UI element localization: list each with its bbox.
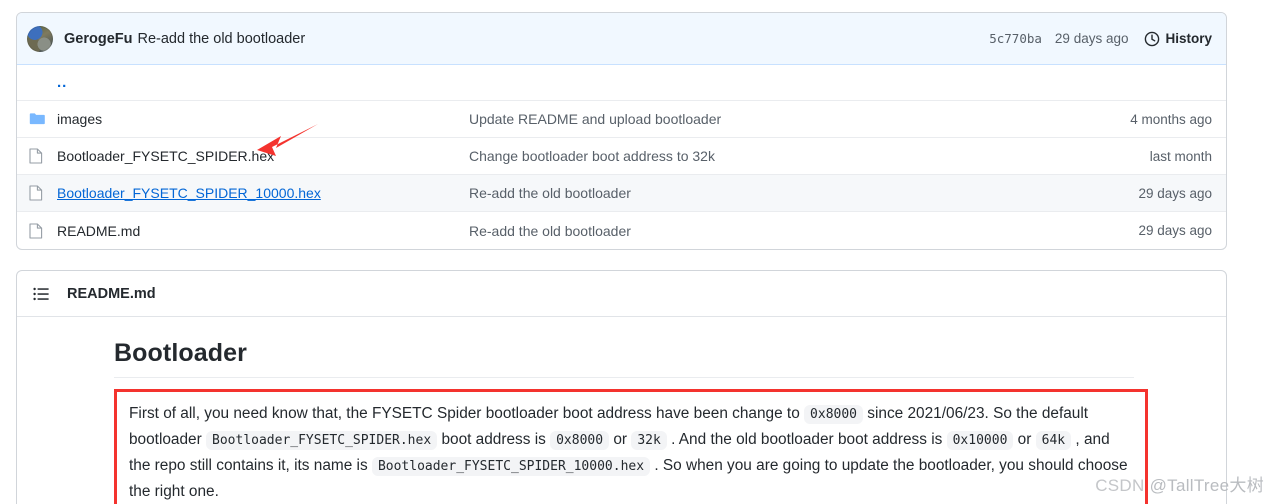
file-name-link[interactable]: Bootloader_FYSETC_SPIDER_10000.hex [57,185,321,201]
inline-code: 64k [1035,431,1072,450]
readme-body: Bootloader First of all, you need know t… [17,317,1226,504]
file-icon [29,185,57,201]
history-link[interactable]: History [1144,31,1212,47]
file-name[interactable]: README.md [57,223,469,239]
paragraph-text: First of all, you need know that, the FY… [129,405,805,422]
table-row[interactable]: images Update README and upload bootload… [17,101,1226,138]
page-title: Bootloader [114,339,1134,378]
avatar[interactable] [27,25,53,52]
file-list-container: GerogeFu Re-add the old bootloader 5c770… [16,12,1227,250]
list-icon[interactable] [33,286,49,302]
screenshot-root: GerogeFu Re-add the old bootloader 5c770… [0,0,1278,504]
paragraph-text: or [609,431,632,448]
commit-author[interactable]: GerogeFu [64,31,132,47]
readme-header: README.md [17,271,1226,317]
clock-icon [1144,31,1160,47]
paragraph-text: boot address is [437,431,551,448]
table-row[interactable]: README.md Re-add the old bootloader 29 d… [17,212,1226,249]
commit-message-cell[interactable]: Re-add the old bootloader [469,223,1042,239]
commit-sha[interactable]: 5c770ba [989,31,1042,46]
inline-code: Bootloader_FYSETC_SPIDER_10000.hex [371,457,651,476]
inline-code: 0x8000 [804,405,864,424]
file-name[interactable]: Bootloader_FYSETC_SPIDER.hex [57,148,469,164]
commit-message[interactable]: Re-add the old bootloader [137,31,305,47]
commit-message-cell[interactable]: Re-add the old bootloader [469,185,1042,201]
commit-date-cell: 29 days ago [1138,223,1212,238]
watermark-user: @TallTree大树 [1149,476,1264,495]
commit-date-cell: 4 months ago [1130,111,1212,127]
commit-date: 29 days ago [1054,31,1129,46]
watermark: CSDN @TallTree大树 [1095,471,1264,496]
paragraph-text: or [1013,431,1036,448]
inline-code: Bootloader_FYSETC_SPIDER.hex [206,431,438,450]
inline-code: 0x10000 [946,431,1014,450]
readme-paragraph: First of all, you need know that, the FY… [114,389,1148,504]
readme-container: README.md Bootloader First of all, you n… [16,270,1227,504]
paragraph-text: . And the old bootloader boot address is [666,431,947,448]
file-name[interactable]: images [57,111,469,127]
inline-code: 32k [631,431,667,450]
file-name[interactable]: Bootloader_FYSETC_SPIDER_10000.hex [57,185,469,201]
commit-date-cell: 29 days ago [1138,185,1212,201]
inline-code: 0x8000 [550,431,610,450]
watermark-brand: CSDN [1095,476,1145,495]
table-row[interactable]: Bootloader_FYSETC_SPIDER.hex Change boot… [17,138,1226,175]
parent-directory-link[interactable]: .. [29,75,67,90]
history-label: History [1165,31,1212,46]
latest-commit-header: GerogeFu Re-add the old bootloader 5c770… [17,13,1226,65]
table-row[interactable]: Bootloader_FYSETC_SPIDER_10000.hex Re-ad… [17,175,1226,212]
commit-message-cell[interactable]: Update README and upload bootloader [469,111,1042,127]
commit-date-cell: last month [1149,148,1212,164]
commit-meta: 5c770ba 29 days ago History [989,31,1212,47]
commit-message-cell[interactable]: Change bootloader boot address to 32k [469,148,1042,164]
readme-title: README.md [67,285,156,302]
folder-icon [29,111,57,127]
parent-directory-row[interactable]: .. [17,65,1226,101]
file-icon [29,148,57,164]
file-icon [29,222,57,239]
